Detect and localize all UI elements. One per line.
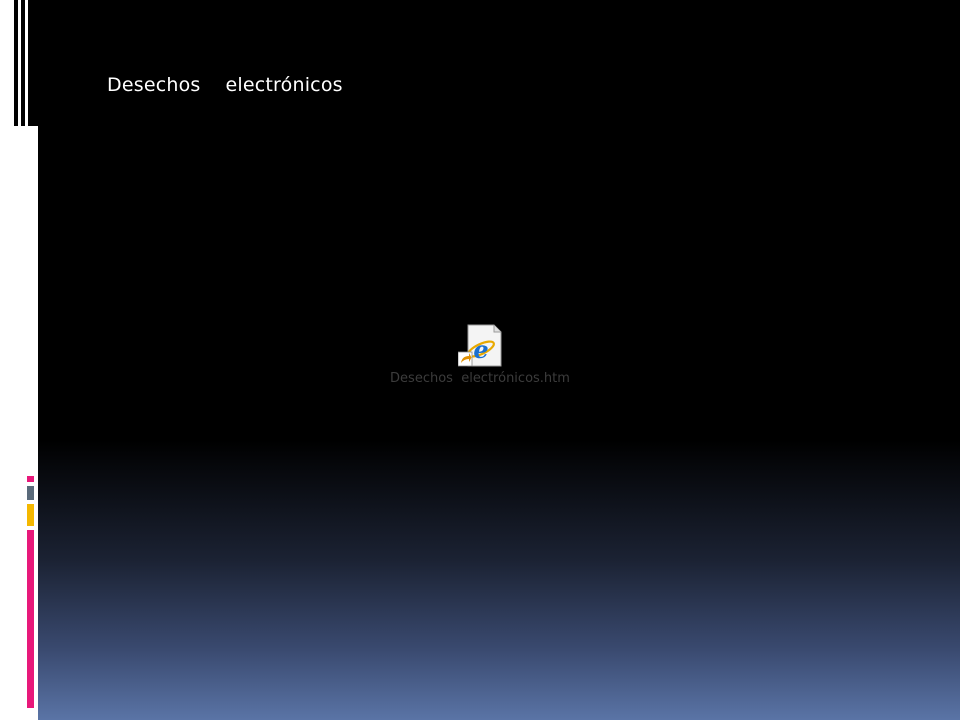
svg-text:e: e bbox=[473, 335, 488, 364]
file-shortcut-label: Desechos electrónicos.htm bbox=[390, 371, 570, 386]
decor-bar-magenta-top bbox=[27, 476, 34, 482]
decor-line bbox=[28, 0, 38, 126]
decor-bar-magenta-bottom bbox=[27, 530, 34, 708]
decor-bar-gray bbox=[27, 486, 34, 500]
file-shortcut[interactable]: e Desechos electrónicos.htm bbox=[380, 320, 580, 392]
slide-title: Desechos electrónicos bbox=[107, 74, 343, 96]
decor-line bbox=[21, 0, 25, 126]
left-decoration bbox=[0, 0, 38, 720]
decor-bar-yellow bbox=[27, 504, 34, 526]
slide: Desechos electrónicos e Desechos electró… bbox=[0, 0, 960, 720]
internet-explorer-shortcut-icon: e bbox=[458, 324, 502, 367]
decor-line bbox=[14, 0, 18, 126]
